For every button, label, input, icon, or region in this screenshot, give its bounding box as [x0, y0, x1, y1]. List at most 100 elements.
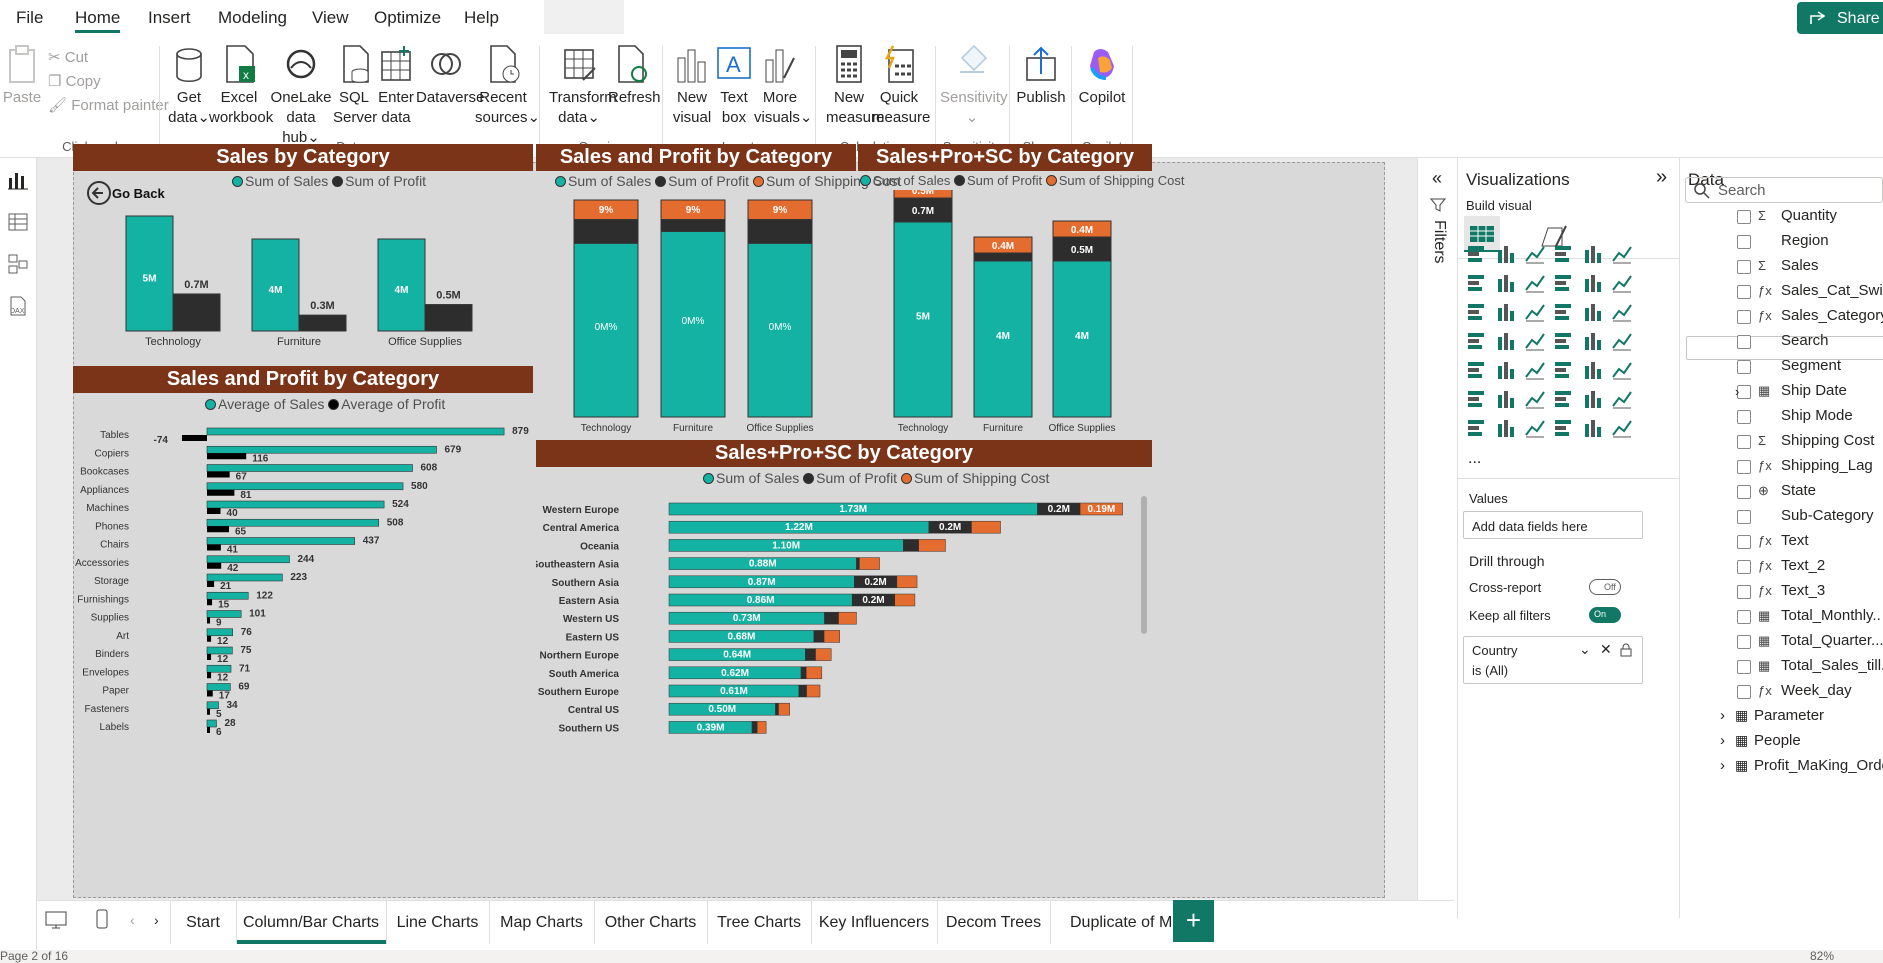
- line-clustered-icon[interactable]: [1581, 271, 1605, 295]
- cross-report-toggle[interactable]: Off: [1589, 579, 1621, 595]
- model-view-icon[interactable]: [6, 252, 30, 276]
- multirow-card-icon[interactable]: [1465, 358, 1489, 382]
- cut-button[interactable]: ✂ Cut: [48, 48, 88, 68]
- tab-scroll-left-icon[interactable]: ‹: [130, 912, 135, 928]
- field-item[interactable]: State: [1781, 482, 1816, 499]
- table-view-icon[interactable]: [6, 210, 30, 234]
- menu-optimize[interactable]: Optimize: [374, 8, 441, 28]
- 100-bar-icon[interactable]: [1581, 242, 1605, 266]
- filled-map-icon[interactable]: [1494, 329, 1518, 353]
- field-item[interactable]: Shipping_Lag: [1781, 457, 1873, 474]
- field-checkbox[interactable]: [1737, 635, 1751, 649]
- field-item[interactable]: Shipping Cost: [1781, 432, 1874, 449]
- filters-label[interactable]: Filters: [1430, 220, 1448, 264]
- keep-filters-toggle[interactable]: On: [1589, 607, 1621, 623]
- more-visuals-ellipsis[interactable]: ...: [1468, 450, 1481, 468]
- expand-chevron-icon[interactable]: ›: [1735, 384, 1739, 399]
- menu-home[interactable]: Home: [75, 8, 121, 33]
- waterfall-icon[interactable]: [1465, 300, 1489, 324]
- map-icon[interactable]: [1465, 329, 1489, 353]
- power-automate-arrow-icon[interactable]: [1610, 416, 1634, 440]
- key-influencers-icon[interactable]: [1494, 387, 1518, 411]
- menu-help[interactable]: Help: [464, 8, 499, 28]
- more-icon[interactable]: [1552, 416, 1576, 440]
- field-checkbox[interactable]: [1737, 660, 1751, 674]
- menu-view[interactable]: View: [312, 8, 349, 28]
- new-measure-button[interactable]: New measure: [826, 44, 884, 128]
- ribbon-chart-icon[interactable]: [1610, 271, 1634, 295]
- field-item[interactable]: Week_day: [1781, 682, 1852, 699]
- get-data-button[interactable]: Get data⌄: [164, 44, 214, 128]
- more-visuals-button[interactable]: More visuals⌄: [754, 44, 812, 128]
- chart5-scrollbar[interactable]: [1141, 496, 1147, 634]
- arcgis-icon[interactable]: [1552, 329, 1576, 353]
- decomposition-tree-icon[interactable]: [1523, 387, 1547, 411]
- zoom-level[interactable]: 82%: [1810, 949, 1834, 963]
- field-checkbox[interactable]: [1737, 360, 1751, 374]
- clustered-column-icon[interactable]: [1552, 242, 1576, 266]
- quick-measure-button[interactable]: Quick measure: [872, 44, 930, 128]
- lock-icon[interactable]: [1620, 643, 1632, 657]
- format-painter-button[interactable]: 🖌 Format painter: [48, 96, 169, 116]
- matrix-icon[interactable]: [1581, 358, 1605, 382]
- page-tab[interactable]: Column/Bar Charts: [236, 912, 386, 944]
- expand-chevron-icon[interactable]: ›: [1720, 757, 1725, 774]
- field-item[interactable]: Segment: [1781, 357, 1841, 374]
- table-item[interactable]: People: [1754, 732, 1801, 749]
- onelake-button[interactable]: OneLake data hub⌄: [270, 44, 332, 148]
- mobile-layout-icon[interactable]: [94, 908, 110, 930]
- menu-insert[interactable]: Insert: [148, 8, 191, 28]
- transform-data-button[interactable]: Transform data⌄: [549, 44, 617, 128]
- funnel-icon[interactable]: [1494, 300, 1518, 324]
- menu-modeling[interactable]: Modeling: [218, 8, 287, 28]
- field-item[interactable]: Sales_Category: [1781, 307, 1883, 324]
- field-checkbox[interactable]: [1737, 410, 1751, 424]
- copy-button[interactable]: ❐ Copy: [48, 72, 101, 92]
- values-drop-field[interactable]: Add data fields here: [1463, 511, 1643, 539]
- expand-chevron-icon[interactable]: ›: [1720, 707, 1725, 724]
- stacked-column-icon[interactable]: [1494, 242, 1518, 266]
- dataverse-button[interactable]: Dataverse: [416, 44, 484, 108]
- field-checkbox[interactable]: [1737, 310, 1751, 324]
- field-item[interactable]: Ship Mode: [1781, 407, 1853, 424]
- dax-query-icon[interactable]: DAX: [6, 294, 30, 318]
- field-item[interactable]: Text_2: [1781, 557, 1825, 574]
- sensitivity-button[interactable]: Sensitivity ⌄: [940, 44, 1008, 128]
- gauge-icon[interactable]: [1581, 329, 1605, 353]
- field-checkbox[interactable]: [1737, 260, 1751, 274]
- report-view-icon[interactable]: [6, 168, 30, 192]
- field-checkbox[interactable]: [1737, 210, 1751, 224]
- page-tab[interactable]: Key Influencers: [811, 912, 937, 944]
- field-checkbox[interactable]: [1737, 485, 1751, 499]
- clustered-bar-icon[interactable]: [1523, 242, 1547, 266]
- power-apps-icon[interactable]: [1494, 416, 1518, 440]
- sql-server-button[interactable]: SQL Server: [333, 44, 377, 128]
- field-checkbox[interactable]: [1737, 435, 1751, 449]
- metrics-icon[interactable]: [1610, 387, 1634, 411]
- chevron-down-icon[interactable]: ⌄: [1579, 641, 1591, 658]
- paginated-report-icon[interactable]: [1465, 416, 1489, 440]
- page-tab[interactable]: Tree Charts: [707, 912, 811, 944]
- page-tab[interactable]: Line Charts: [386, 912, 489, 944]
- expand-chevron-icon[interactable]: ›: [1720, 732, 1725, 749]
- field-checkbox[interactable]: [1737, 335, 1751, 349]
- field-item[interactable]: Quantity: [1781, 207, 1837, 224]
- filter-card-country[interactable]: Country is (All) ⌄ ✕: [1463, 636, 1643, 684]
- field-item[interactable]: Search: [1781, 332, 1829, 349]
- data-search-input[interactable]: Search: [1685, 177, 1883, 203]
- field-item[interactable]: Total_Quarter...: [1781, 632, 1883, 649]
- field-checkbox[interactable]: [1737, 560, 1751, 574]
- copilot-button[interactable]: Copilot: [1076, 44, 1128, 108]
- treemap-icon[interactable]: [1610, 300, 1634, 324]
- field-item[interactable]: Text_3: [1781, 582, 1825, 599]
- refresh-button[interactable]: Refresh: [608, 44, 661, 108]
- page-tab[interactable]: Other Charts: [594, 912, 707, 944]
- field-checkbox[interactable]: [1737, 235, 1751, 249]
- add-page-button[interactable]: +: [1173, 900, 1214, 942]
- enter-data-button[interactable]: Enter data: [376, 44, 416, 128]
- new-visual-button[interactable]: New visual: [672, 44, 712, 128]
- field-item[interactable]: Total_Sales_till...: [1781, 657, 1883, 674]
- field-item[interactable]: Ship Date: [1781, 382, 1847, 399]
- tab-scroll-right-icon[interactable]: ›: [154, 912, 159, 928]
- line-column-icon[interactable]: [1552, 271, 1576, 295]
